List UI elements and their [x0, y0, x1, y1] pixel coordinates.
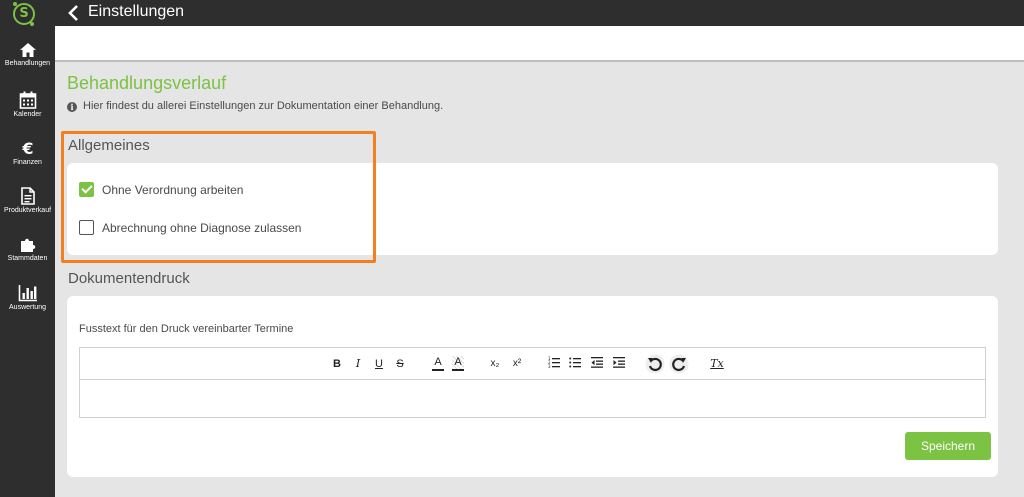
font-color-button[interactable]: A — [432, 356, 444, 371]
top-bar: Einstellungen — [55, 0, 1024, 26]
bold-button[interactable]: B — [332, 356, 342, 372]
calendar-icon — [19, 91, 36, 109]
sidebar-item-label: Behandlungen — [4, 60, 51, 67]
outdent-icon[interactable] — [591, 356, 603, 372]
redo-icon[interactable] — [669, 354, 689, 374]
logo-dot — [30, 22, 34, 26]
home-icon — [19, 43, 36, 57]
info-text-row: i Hier findest du allerei Einstellungen z… — [67, 100, 443, 112]
sidebar-item-label: Stammdaten — [7, 255, 48, 262]
italic-button[interactable]: I — [353, 356, 363, 372]
option-ohne-verordnung[interactable]: Ohne Verordnung arbeiten — [79, 182, 243, 197]
euro-icon: € — [21, 139, 33, 157]
sidebar: S Behandlungen Kalender € Finanzen Produ… — [0, 0, 55, 497]
info-text: Hier findest du allerei Einstellungen zu… — [83, 100, 444, 112]
checkbox-label: Ohne Verordnung arbeiten — [102, 182, 244, 197]
editor-toolbar: B I U S A A x₂ x² 123 Tx — [80, 348, 985, 380]
sub-header-bar — [55, 26, 1024, 62]
sidebar-item-label: Finanzen — [13, 159, 42, 166]
general-settings-card — [67, 163, 998, 255]
checkbox-label: Abrechnung ohne Diagnose zulassen — [102, 220, 302, 235]
checkbox-checked[interactable] — [79, 182, 94, 197]
ordered-list-icon[interactable]: 123 — [548, 356, 560, 372]
background-color-button[interactable]: A — [452, 356, 464, 371]
puzzle-icon — [20, 238, 35, 252]
svg-text:€: € — [21, 139, 33, 157]
sidebar-item-finanzen[interactable]: € Finanzen — [0, 139, 55, 166]
strikethrough-button[interactable]: S — [395, 356, 405, 372]
checkbox-unchecked[interactable] — [79, 220, 94, 235]
sidebar-item-label: Kalender — [13, 111, 42, 118]
sidebar-item-produktverkauf[interactable]: Produktverkauf — [0, 187, 55, 214]
info-icon: i — [67, 102, 77, 112]
footer-text-label: Fusstext für den Druck vereinbarter Term… — [79, 323, 294, 335]
sidebar-item-kalender[interactable]: Kalender — [0, 91, 55, 118]
section-title-dokumentendruck: Dokumentendruck — [68, 270, 190, 287]
page-title: Behandlungsverlauf — [67, 73, 227, 93]
subscript-button[interactable]: x₂ — [488, 356, 502, 372]
indent-icon[interactable] — [613, 356, 625, 372]
underline-button[interactable]: U — [374, 356, 384, 372]
option-abrechnung-ohne-diagnose[interactable]: Abrechnung ohne Diagnose zulassen — [79, 220, 301, 235]
save-button[interactable]: Speichern — [905, 432, 991, 460]
sidebar-item-label: Produktverkauf — [3, 207, 52, 214]
svg-text:3: 3 — [548, 364, 551, 368]
footer-text-editor-input[interactable] — [80, 381, 985, 418]
clear-formatting-button[interactable]: Tx — [710, 356, 724, 372]
page-header-title: Einstellungen — [88, 3, 185, 20]
bar-chart-icon — [18, 285, 37, 302]
back-chevron-icon[interactable] — [67, 4, 81, 22]
bullet-list-icon[interactable] — [569, 356, 581, 372]
section-title-allgemeines: Allgemeines — [68, 137, 150, 154]
sidebar-item-behandlungen[interactable]: Behandlungen — [0, 42, 55, 67]
logo-dot — [13, 2, 17, 6]
sidebar-item-stammdaten[interactable]: Stammdaten — [0, 235, 55, 262]
superscript-button[interactable]: x² — [510, 356, 524, 372]
document-icon — [20, 187, 35, 205]
undo-icon[interactable] — [645, 354, 665, 374]
sidebar-item-label: Auswertung — [9, 304, 46, 311]
sidebar-item-auswertung[interactable]: Auswertung — [0, 284, 55, 311]
rich-text-editor: B I U S A A x₂ x² 123 Tx — [79, 347, 986, 418]
